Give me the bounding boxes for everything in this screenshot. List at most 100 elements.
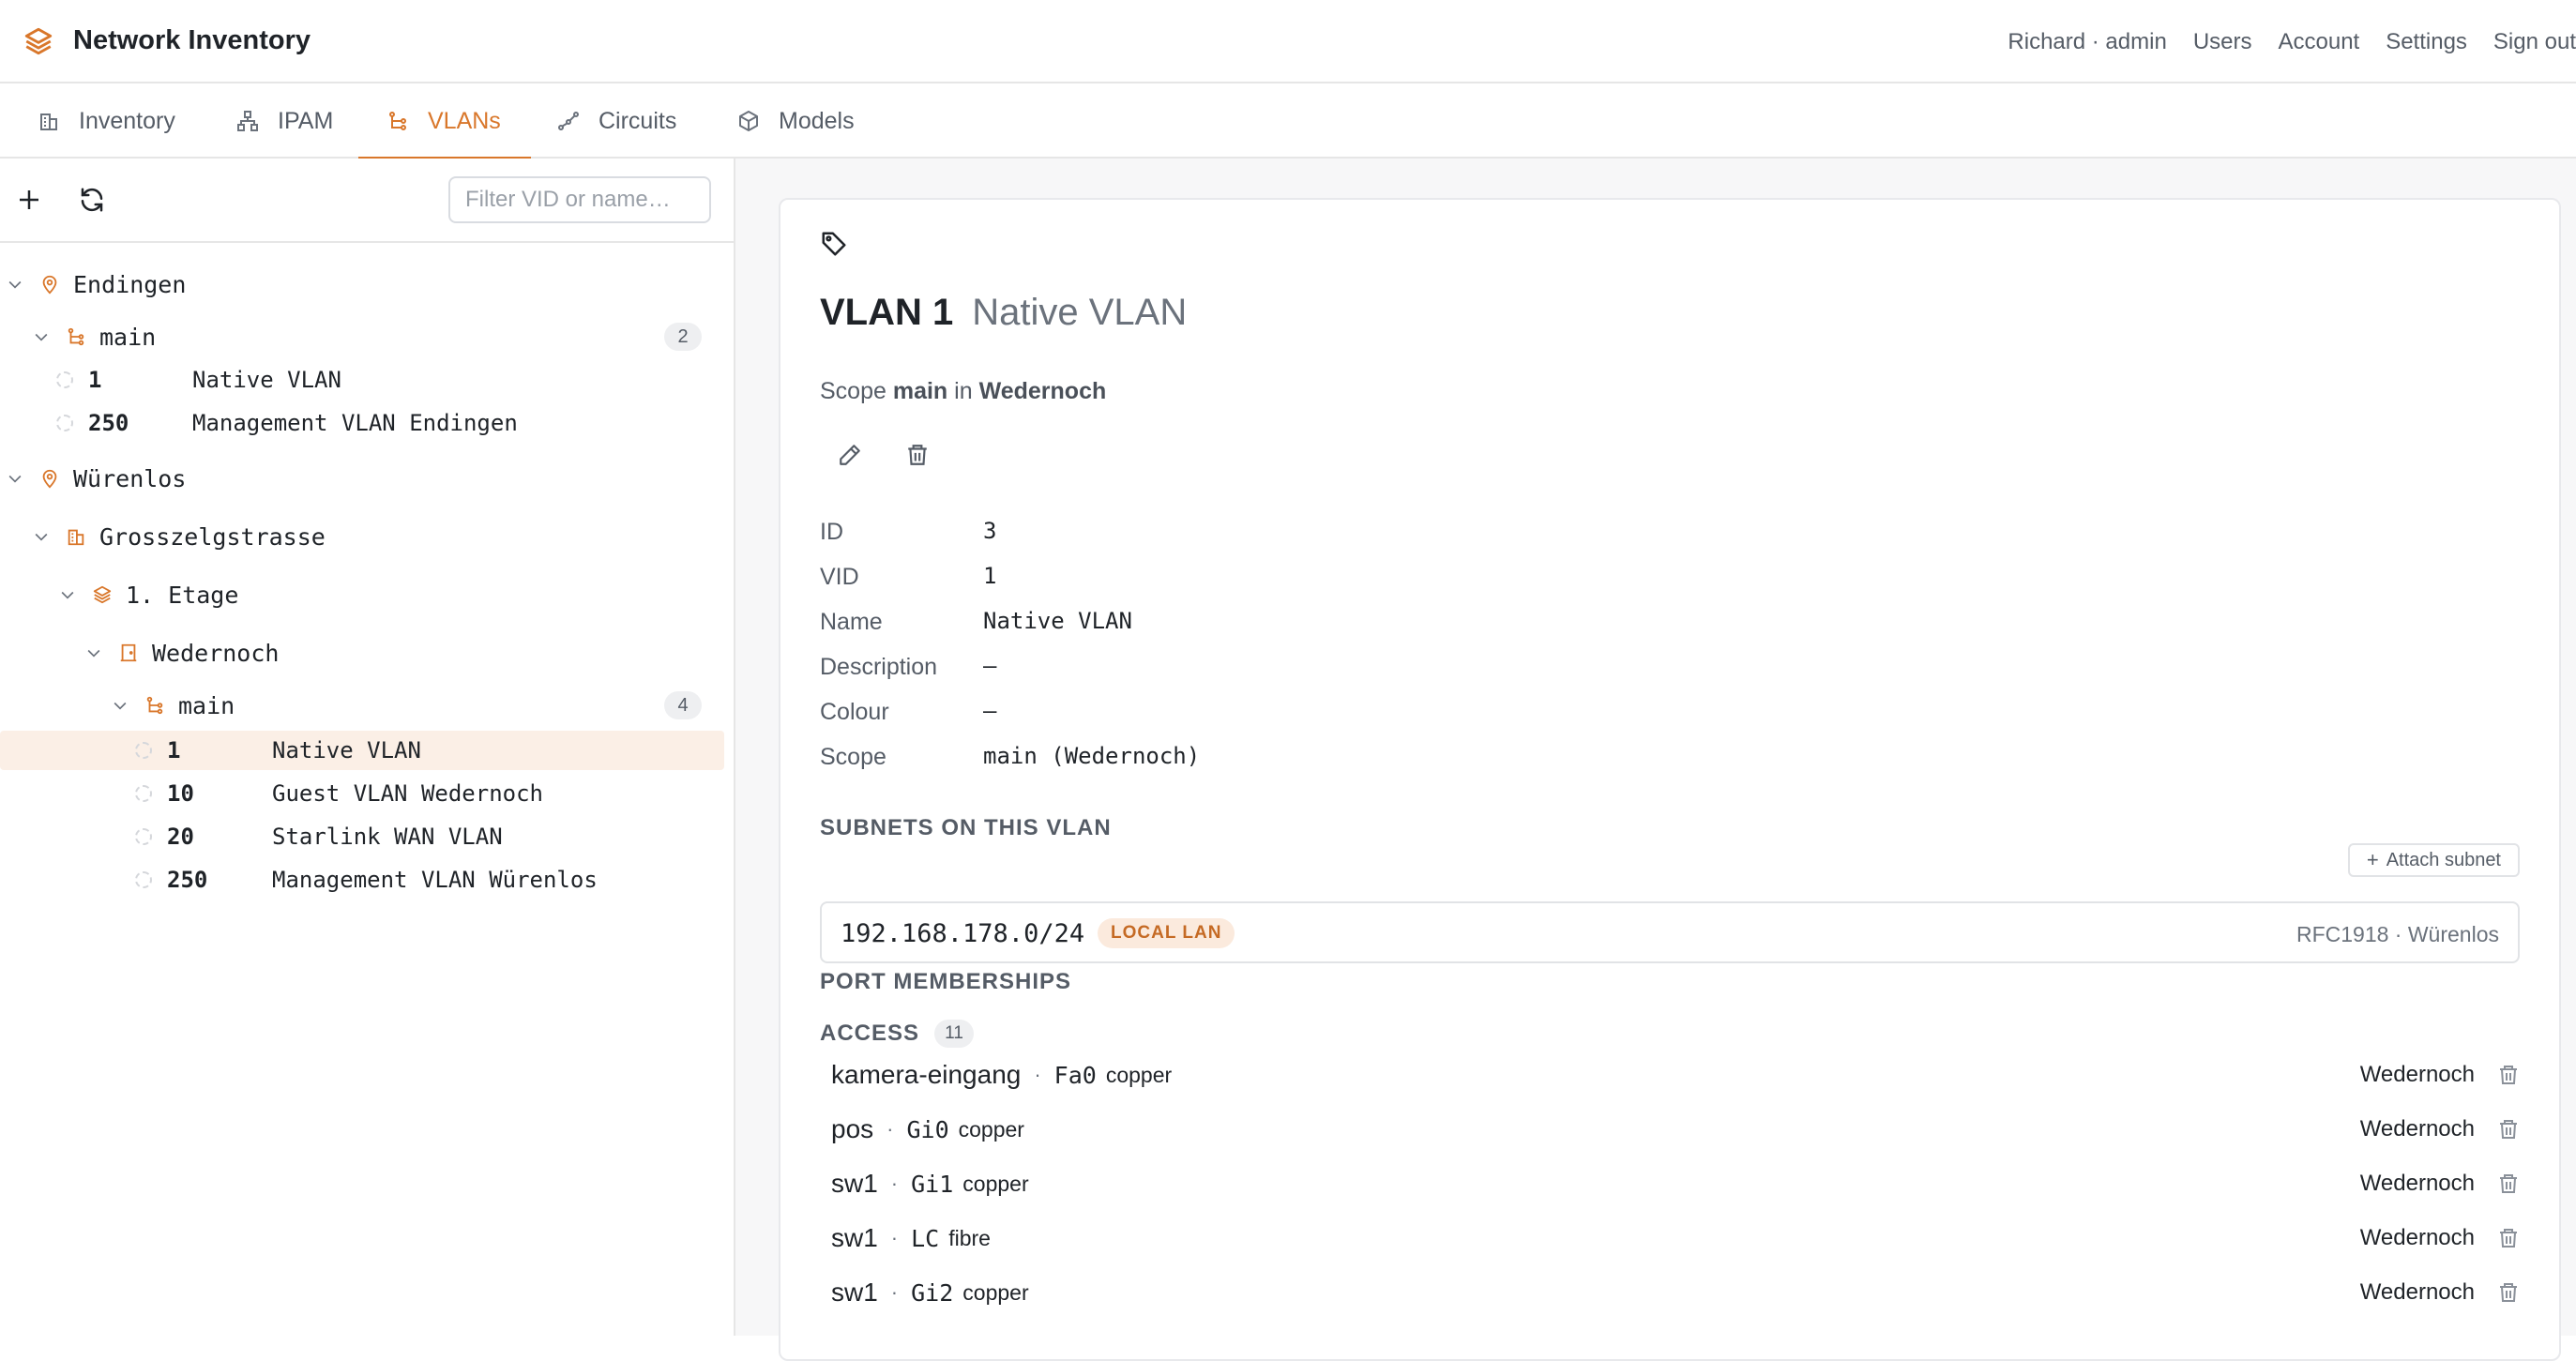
field-colour-value: —	[983, 698, 997, 724]
tree-node-endingen[interactable]: Endingen	[0, 265, 724, 304]
chevron-down-icon[interactable]	[6, 469, 24, 488]
edit-button[interactable]	[829, 434, 871, 476]
door-icon	[120, 643, 137, 662]
vlan-status-dot	[56, 415, 73, 431]
current-user[interactable]: Richard · admin	[2008, 29, 2166, 55]
tag-icon	[822, 232, 846, 256]
subnet-cidr: 192.168.178.0/24	[841, 919, 1085, 948]
nav-signout-link[interactable]: Sign out	[2493, 29, 2576, 55]
port-media: copper	[1105, 1062, 1173, 1087]
trash-icon[interactable]	[2497, 1172, 2520, 1195]
add-vlan-button[interactable]	[8, 179, 50, 220]
subnet-badge: LOCAL LAN	[1098, 918, 1235, 948]
vlan-tree-item[interactable]: 250 Management VLAN Endingen	[0, 403, 724, 443]
layers-icon	[93, 585, 112, 604]
field-name-value: Native VLAN	[983, 608, 1132, 634]
port-device[interactable]: sw1	[831, 1223, 878, 1253]
vlan-group-icon	[146, 696, 163, 715]
chevron-down-icon[interactable]	[58, 585, 77, 604]
cube-icon	[739, 111, 758, 131]
field-description-value: —	[983, 653, 997, 679]
vlan-name-heading: Native VLAN	[972, 292, 1188, 333]
port-interface: Gi1	[911, 1170, 954, 1198]
port-row[interactable]: sw1 · LC fibre Wedernoch	[831, 1217, 2520, 1260]
vlan-detail-area: VLAN 1 Native VLAN Scope main in Wederno…	[735, 159, 2576, 1361]
tab-vlans[interactable]: VLANs	[358, 83, 531, 160]
layers-logo-icon	[24, 27, 53, 54]
chevron-down-icon[interactable]	[32, 527, 51, 546]
port-device[interactable]: sw1	[831, 1278, 878, 1308]
tab-circuits[interactable]: Circuits	[557, 83, 676, 159]
port-row[interactable]: pos · Gi0 copper Wedernoch	[831, 1108, 2520, 1151]
port-site: Wedernoch	[2359, 1225, 2475, 1250]
building-icon	[68, 529, 84, 546]
port-site: Wedernoch	[2359, 1062, 2475, 1087]
tree-node-room[interactable]: Wedernoch	[0, 633, 724, 673]
field-scope-value: main (Wedernoch)	[983, 743, 1201, 769]
filter-input[interactable]	[448, 176, 711, 223]
scope-line: Scope main in Wedernoch	[820, 378, 1107, 404]
port-device[interactable]: kamera-eingang	[831, 1060, 1021, 1090]
vlan-tree-item[interactable]: 250 Management VLAN Würenlos	[0, 860, 724, 900]
brand[interactable]: Network Inventory	[23, 25, 311, 57]
refresh-button[interactable]	[71, 179, 113, 220]
trash-icon[interactable]	[2497, 1281, 2520, 1304]
chevron-down-icon[interactable]	[84, 643, 103, 662]
port-device[interactable]: pos	[831, 1114, 873, 1144]
attach-subnet-button[interactable]: + Attach subnet	[2347, 843, 2520, 877]
port-media: copper	[962, 1279, 1029, 1305]
scope-site: Wedernoch	[978, 378, 1107, 404]
port-row[interactable]: sw1 · Gi1 copper Wedernoch	[831, 1162, 2520, 1205]
nav-settings-link[interactable]: Settings	[2386, 29, 2467, 55]
port-interface: Gi0	[906, 1115, 949, 1143]
vlan-tree-item-selected[interactable]: 1 Native VLAN	[0, 731, 724, 770]
tab-ipam[interactable]: IPAM	[236, 83, 333, 159]
top-bar: Network Inventory Richard · admin Users …	[0, 0, 2576, 83]
nav-account-link[interactable]: Account	[2278, 29, 2359, 55]
vlan-count-badge: 4	[664, 691, 702, 719]
vlan-tree-item[interactable]: 10 Guest VLAN Wedernoch	[0, 774, 724, 813]
access-heading: ACCESS 11	[820, 1020, 975, 1048]
chevron-down-icon[interactable]	[6, 275, 24, 294]
vlan-tree-item[interactable]: 20 Starlink WAN VLAN	[0, 817, 724, 856]
trash-icon[interactable]	[2497, 1064, 2520, 1086]
vlan-heading: VLAN 1 Native VLAN	[820, 292, 1187, 334]
vlan-number: VLAN 1	[820, 292, 954, 333]
nav-users-link[interactable]: Users	[2193, 29, 2252, 55]
field-vid-value: 1	[983, 563, 997, 589]
vlan-status-dot	[135, 871, 152, 888]
vlan-detail-card: VLAN 1 Native VLAN Scope main in Wederno…	[779, 198, 2561, 1361]
tree-node-floor[interactable]: 1. Etage	[0, 575, 724, 614]
port-device[interactable]: sw1	[831, 1169, 878, 1199]
chevron-down-icon[interactable]	[111, 696, 129, 715]
chevron-down-icon[interactable]	[32, 327, 51, 346]
tree-node-wuerenlos[interactable]: Würenlos	[0, 459, 724, 498]
map-pin-icon	[42, 469, 57, 489]
delete-button[interactable]	[897, 434, 938, 476]
tab-inventory[interactable]: Inventory	[38, 83, 175, 159]
trash-icon[interactable]	[2497, 1118, 2520, 1141]
circuit-icon	[558, 112, 579, 130]
trash-icon[interactable]	[2497, 1227, 2520, 1249]
subnet-meta: RFC1918 · Würenlos	[2296, 922, 2499, 946]
port-interface: Gi2	[911, 1278, 954, 1307]
vlan-tree-item[interactable]: 1 Native VLAN	[0, 360, 724, 400]
plus-icon: +	[2366, 848, 2379, 871]
vlan-group-icon	[68, 327, 84, 346]
port-site: Wedernoch	[2359, 1116, 2475, 1142]
vlan-icon	[389, 112, 406, 130]
tree-node-building[interactable]: Grosszelgstrasse	[0, 517, 724, 556]
tree-node-group[interactable]: main 2	[0, 317, 724, 356]
port-row[interactable]: sw1 · Gi2 copper Wedernoch	[831, 1271, 2520, 1314]
pencil-icon	[840, 445, 860, 465]
top-nav: Richard · admin Users Account Settings S…	[2008, 0, 2576, 83]
port-media: copper	[962, 1171, 1029, 1196]
access-count-badge: 11	[934, 1020, 975, 1048]
tree-toolbar	[0, 159, 734, 243]
subnets-heading: SUBNETS ON THIS VLAN	[820, 815, 1112, 840]
port-row[interactable]: kamera-eingang · Fa0 copper Wedernoch	[831, 1053, 2520, 1096]
vlan-status-dot	[56, 371, 73, 388]
tree-node-group[interactable]: main 4	[0, 686, 724, 725]
tab-models[interactable]: Models	[737, 83, 855, 159]
subnet-row[interactable]: 192.168.178.0/24 LOCAL LAN RFC1918 · Wür…	[820, 901, 2520, 963]
